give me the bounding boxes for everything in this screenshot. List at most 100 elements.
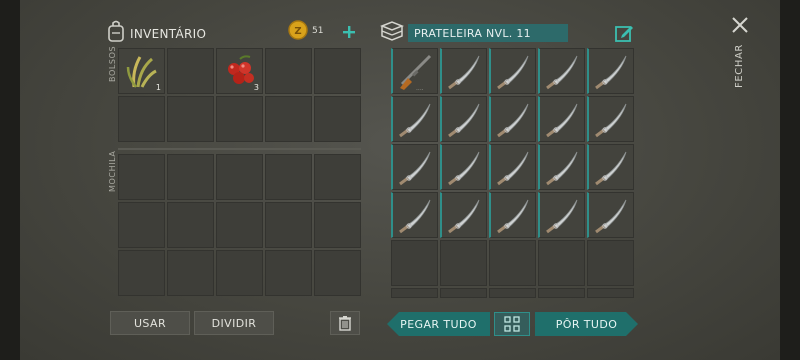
backpack-slot[interactable] [314, 202, 361, 248]
machete-icon [492, 98, 534, 140]
pocket-slot[interactable] [118, 96, 165, 142]
pocket-slot[interactable]: 3 [216, 48, 263, 94]
backpack-icon [107, 20, 125, 42]
backpack-grid [118, 154, 361, 296]
backpack-slot[interactable] [216, 202, 263, 248]
shelf-slot[interactable] [489, 96, 536, 142]
backpack-slot[interactable] [216, 250, 263, 296]
shelf-slot[interactable] [587, 288, 634, 298]
pockets-label: BOLSOS [108, 45, 117, 82]
shelf-slot[interactable] [440, 144, 487, 190]
shelf-slot[interactable] [391, 288, 438, 298]
shelf-slot[interactable] [489, 192, 536, 238]
svg-text:....: .... [416, 85, 424, 92]
inventory-title: INVENTÁRIO [130, 27, 207, 41]
shelf-slot[interactable] [391, 96, 438, 142]
right-edge [780, 0, 800, 360]
machete-icon [590, 50, 632, 92]
backpack-slot[interactable] [118, 250, 165, 296]
add-coins-button[interactable] [342, 24, 356, 38]
take-all-button[interactable]: PEGAR TUDO [387, 312, 490, 336]
shelf-slot[interactable] [587, 96, 634, 142]
shelf-slot[interactable] [489, 144, 536, 190]
shelf-slot[interactable] [538, 288, 585, 298]
left-edge [0, 0, 20, 360]
shelf-slot[interactable] [489, 240, 536, 286]
shelf-slot[interactable] [391, 192, 438, 238]
shelf-slot[interactable] [538, 192, 585, 238]
shelf-slot[interactable] [391, 144, 438, 190]
close-label[interactable]: FECHAR [734, 44, 745, 88]
use-button[interactable]: USAR [110, 311, 190, 335]
machete-icon [541, 194, 583, 236]
shelf-slot[interactable] [440, 288, 487, 298]
close-button[interactable] [731, 16, 749, 34]
pocket-slot[interactable] [314, 96, 361, 142]
shelf-slot[interactable] [538, 144, 585, 190]
close-icon [732, 17, 748, 33]
shelf-slot[interactable] [489, 48, 536, 94]
svg-text:Z: Z [294, 26, 301, 37]
backpack-slot[interactable] [265, 202, 312, 248]
backpack-slot[interactable] [118, 202, 165, 248]
coin-icon: Z [288, 20, 308, 40]
pocket-slot[interactable] [216, 96, 263, 142]
backpack-label: MOCHILA [108, 150, 117, 192]
pocket-slot[interactable] [265, 48, 312, 94]
machete-icon [492, 50, 534, 92]
pocket-slot[interactable] [167, 96, 214, 142]
machete-icon [443, 146, 485, 188]
shelf-slot[interactable] [587, 240, 634, 286]
backpack-slot[interactable] [167, 202, 214, 248]
machete-icon [492, 146, 534, 188]
shelf-slot[interactable] [489, 288, 536, 298]
trash-icon [339, 316, 351, 331]
rename-shelf-button[interactable] [614, 23, 634, 43]
machete-icon [394, 146, 436, 188]
machete-icon [590, 194, 632, 236]
shelf-slot[interactable] [587, 192, 634, 238]
shelf-slot[interactable] [391, 240, 438, 286]
shelf-slot[interactable] [538, 48, 585, 94]
shelf-slot[interactable] [440, 96, 487, 142]
backpack-slot[interactable] [118, 154, 165, 200]
pocket-slot[interactable] [167, 48, 214, 94]
shelf-slot[interactable] [538, 240, 585, 286]
backpack-slot[interactable] [167, 250, 214, 296]
pocket-slot[interactable] [265, 96, 312, 142]
backpack-slot[interactable] [265, 154, 312, 200]
pockets-grid: 13 [118, 48, 361, 142]
machete-icon [590, 146, 632, 188]
machete-icon [443, 98, 485, 140]
shelf-slot[interactable] [587, 48, 634, 94]
shelf-slot[interactable] [440, 48, 487, 94]
backpack-slot[interactable] [216, 154, 263, 200]
shelf-slot[interactable] [538, 96, 585, 142]
backpack-slot[interactable] [314, 250, 361, 296]
section-divider [118, 148, 361, 150]
pocket-slot[interactable] [314, 48, 361, 94]
backpack-slot[interactable] [167, 154, 214, 200]
shelf-title: PRATELEIRA NVL. 11 [408, 24, 568, 42]
machete-icon [541, 50, 583, 92]
machete-icon [492, 194, 534, 236]
put-all-button[interactable]: PÔR TUDO [535, 312, 638, 336]
shelf-slot[interactable] [440, 192, 487, 238]
machete-icon [541, 146, 583, 188]
item-quantity: 1 [155, 83, 161, 92]
trash-button[interactable] [330, 311, 360, 335]
sort-button[interactable] [494, 312, 530, 336]
machete-icon [443, 50, 485, 92]
backpack-slot[interactable] [265, 250, 312, 296]
machete-icon [443, 194, 485, 236]
pocket-slot[interactable]: 1 [118, 48, 165, 94]
split-button[interactable]: DIVIDIR [194, 311, 274, 335]
edit-icon [615, 26, 633, 42]
machete-icon [394, 98, 436, 140]
machete-icon [394, 194, 436, 236]
shelf-slot[interactable] [587, 144, 634, 190]
shelf-slot[interactable]: .... [391, 48, 438, 94]
backpack-slot[interactable] [314, 154, 361, 200]
item-quantity: 3 [253, 83, 259, 92]
shelf-slot[interactable] [440, 240, 487, 286]
